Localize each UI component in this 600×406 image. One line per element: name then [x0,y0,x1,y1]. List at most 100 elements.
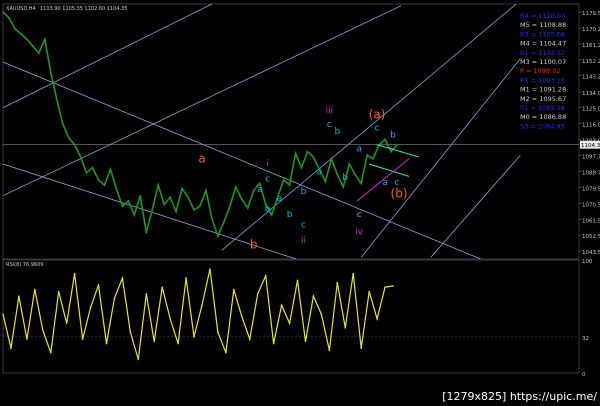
wave-label: b [287,210,293,220]
current-price-label: 1104.35 [581,143,600,149]
chart-symbol-label: XAUUSD,H4 [6,6,36,12]
price-point [133,214,136,216]
price-point [139,194,142,197]
price-point [324,180,327,183]
price-axis-tick: 1152.27 [582,59,600,65]
price-point [193,208,195,211]
price-point [312,156,315,158]
pivot-level-label: M1 = 1091.28 [520,86,566,94]
price-point [396,143,398,146]
price-point [205,189,207,192]
pivot-level-label: S3 = 1084.93 [520,122,565,130]
price-point [217,235,219,238]
rsi-point [57,290,60,293]
rsi-point [201,304,203,307]
price-point [240,198,243,201]
price-point [91,166,94,169]
price-point [282,178,285,181]
rsi-point [161,286,163,288]
rsi-point [296,279,299,282]
rsi-point [272,342,275,345]
rsi-point [336,281,339,284]
rsi-point [65,322,68,325]
rsi-point [304,340,307,343]
pivot-level-label: M0 = 1086.88 [520,113,566,121]
wave-label: c [375,124,380,134]
price-point [85,171,88,174]
price-point [390,150,392,153]
rsi-point [26,338,28,340]
wave-label: (b) [391,186,408,200]
pivot-level-label: M3 = 1100.07 [520,58,566,66]
rsi-point [225,351,227,354]
price-axis-tick: 1161.27 [582,43,600,49]
rsi-axis-tick: 32 [582,336,589,342]
price-point [169,196,172,199]
price-point [348,163,351,165]
price-point [228,205,231,208]
rsi-point [105,342,108,345]
rsi-point [42,329,44,331]
rsi-point [312,295,315,297]
price-point [25,38,28,41]
rsi-point [360,347,363,349]
price-point [360,182,363,185]
rsi-point [368,290,370,293]
chart-canvas[interactable]: abicababbciiaiiicbabciv(a)cbac(b)1179.52… [0,0,600,406]
pivot-level-label: R3 = 1105.66 [520,30,565,38]
price-point [37,52,40,55]
rsi-title-label: RSI(8) 76.9609 [6,262,43,268]
price-point [252,189,255,192]
rsi-point [97,284,100,286]
price-point [14,27,16,30]
price-point [73,143,76,146]
price-point [109,168,112,171]
price-point [20,32,22,35]
price-axis-tick: 1170.27 [582,27,600,33]
price-point [8,17,10,19]
pivot-level-label: P = 1098.02 [520,67,560,75]
price-point [79,156,82,158]
price-point [199,205,201,208]
wave-label: a [356,145,362,155]
rsi-point [153,340,156,343]
price-point [372,157,375,160]
price-point [306,150,309,153]
price-point [354,173,357,176]
chart-background [0,0,600,406]
pivot-level-label: R1 = 1093.26 [520,76,565,84]
wave-label: ii [301,236,306,246]
pivot-level-label: M2 = 1095.67 [520,95,566,103]
rsi-point [376,317,378,320]
price-point [67,136,70,139]
price-point [330,157,333,160]
rsi-point [352,272,355,275]
pivot-level-label: S1 = 1089.38 [520,104,565,112]
price-axis-tick: 1125.02 [582,107,600,113]
price-point [187,196,189,199]
price-point [300,166,303,169]
price-axis-tick: 1179.52 [582,11,600,17]
price-point [97,178,100,181]
rsi-point [49,351,52,354]
price-point [55,98,58,100]
price-point [288,184,291,187]
wave-label: c [357,210,362,220]
rsi-axis-tick: 0 [582,372,586,378]
rsi-point [18,295,20,297]
wave-label: b [342,173,348,183]
wave-label: (a) [369,107,386,121]
price-axis-tick: 1070.52 [582,203,600,209]
wave-label: b [301,187,307,197]
rsi-point [344,327,347,329]
rsi-point [217,331,219,334]
rsi-point [89,306,92,309]
wave-label: a [317,168,323,178]
price-point [127,200,130,202]
price-point [246,207,249,209]
wave-label: c [301,220,306,230]
wave-label: iii [326,106,334,116]
wave-label: a [257,185,263,195]
rsi-point [137,358,140,361]
pivot-level-label: M4 = 1104.47 [520,40,566,48]
